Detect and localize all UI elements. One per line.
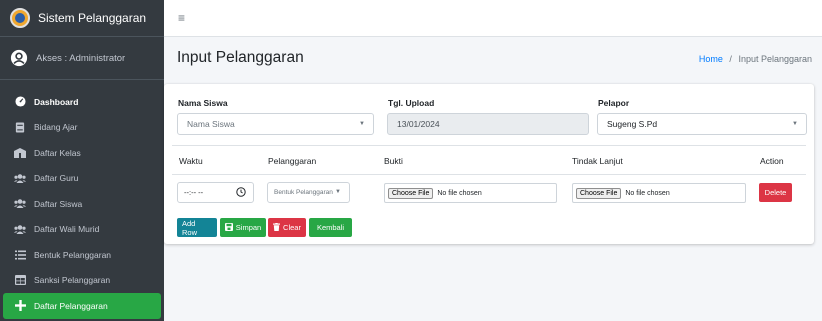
waktu-value: --:-- -- bbox=[184, 188, 204, 197]
user-panel: Akses : Administrator bbox=[0, 37, 164, 80]
tindak-lanjut-file-status: No file chosen bbox=[625, 189, 670, 197]
tindak-lanjut-file-input[interactable]: Choose File No file chosen bbox=[572, 183, 746, 203]
clear-button[interactable]: Clear bbox=[268, 218, 306, 237]
chevron-down-icon: ▼ bbox=[792, 121, 798, 127]
chevron-down-icon: ▼ bbox=[335, 189, 341, 195]
users-icon bbox=[14, 198, 26, 210]
chevron-down-icon: ▼ bbox=[359, 121, 365, 127]
sidebar-item-daftar-siswa[interactable]: Daftar Siswa bbox=[3, 191, 161, 217]
pelanggaran-select[interactable]: Bentuk Pelanggaran ▼ bbox=[267, 182, 350, 203]
sidebar-item-bidang-ajar[interactable]: Bidang Ajar bbox=[3, 115, 161, 141]
trash-icon bbox=[273, 222, 281, 233]
nama-siswa-select[interactable]: Nama Siswa ▼ bbox=[177, 113, 374, 135]
sidebar-item-daftar-kelas[interactable]: Daftar Kelas bbox=[3, 140, 161, 166]
table-header-border bbox=[172, 174, 806, 175]
input-form-card: Nama Siswa Nama Siswa ▼ Tgl. Upload 13/0… bbox=[164, 84, 814, 244]
col-header-waktu: Waktu bbox=[179, 156, 203, 166]
sidebar-item-daftar-pelanggaran[interactable]: Daftar Pelanggaran bbox=[3, 293, 161, 319]
sidebar-item-label: Dashboard bbox=[34, 96, 79, 107]
nama-siswa-placeholder: Nama Siswa bbox=[187, 119, 235, 129]
bukti-file-status: No file chosen bbox=[437, 189, 482, 197]
top-navbar: ≡ bbox=[164, 0, 822, 37]
waktu-time-input[interactable]: --:-- -- bbox=[177, 182, 254, 203]
user-access-label: Akses : Administrator bbox=[36, 52, 126, 64]
clock-icon[interactable] bbox=[236, 187, 246, 199]
bukti-choose-file-button[interactable]: Choose File bbox=[388, 187, 434, 199]
add-row-button[interactable]: Add Row bbox=[177, 218, 217, 237]
user-circle-icon bbox=[10, 49, 28, 67]
kembali-button[interactable]: Kembali bbox=[309, 218, 352, 237]
delete-row-button[interactable]: Delete bbox=[759, 183, 792, 202]
save-icon bbox=[224, 222, 233, 233]
nama-siswa-label: Nama Siswa bbox=[178, 98, 228, 108]
plus-icon bbox=[14, 300, 26, 312]
sidebar-item-label: Daftar Pelanggaran bbox=[34, 300, 108, 311]
sidebar-item-daftar-guru[interactable]: Daftar Guru bbox=[3, 166, 161, 192]
brand-logo-icon bbox=[10, 8, 30, 28]
breadcrumb-home-link[interactable]: Home bbox=[699, 54, 723, 64]
sidebar-item-bentuk-pelanggaran[interactable]: Bentuk Pelanggaran bbox=[3, 242, 161, 268]
users-icon bbox=[14, 172, 26, 184]
clear-label: Clear bbox=[283, 223, 301, 232]
users-icon bbox=[14, 223, 26, 235]
tgl-upload-label: Tgl. Upload bbox=[388, 98, 435, 108]
sidebar-item-label: Bidang Ajar bbox=[34, 122, 78, 133]
sidebar-item-label: Daftar Guru bbox=[34, 173, 79, 184]
sidebar-item-daftar-wali-murid[interactable]: Daftar Wali Murid bbox=[3, 217, 161, 243]
tindak-lanjut-choose-file-button[interactable]: Choose File bbox=[576, 187, 622, 199]
sidebar-item-label: Daftar Siswa bbox=[34, 198, 83, 209]
sidebar-item-dashboard[interactable]: Dashboard bbox=[3, 89, 161, 115]
pelapor-label: Pelapor bbox=[598, 98, 630, 108]
simpan-button[interactable]: Simpan bbox=[220, 218, 266, 237]
col-header-action: Action bbox=[760, 156, 784, 166]
simpan-label: Simpan bbox=[235, 223, 262, 232]
menu-toggle-icon[interactable]: ≡ bbox=[178, 11, 185, 25]
list-icon bbox=[14, 249, 26, 261]
breadcrumb: Home / Input Pelanggaran bbox=[699, 54, 812, 64]
tgl-upload-value: 13/01/2024 bbox=[397, 119, 440, 129]
table-top-border bbox=[172, 145, 806, 146]
col-header-pelanggaran: Pelanggaran bbox=[268, 156, 317, 166]
sidebar-item-label: Bentuk Pelanggaran bbox=[34, 249, 112, 260]
school-icon bbox=[14, 147, 26, 159]
pelapor-select[interactable]: Sugeng S.Pd ▼ bbox=[597, 113, 807, 135]
sidebar: Sistem Pelanggaran Akses : Administrator… bbox=[0, 0, 164, 321]
col-header-tindak-lanjut: Tindak Lanjut bbox=[572, 156, 623, 166]
col-header-bukti: Bukti bbox=[384, 156, 403, 166]
tgl-upload-field: 13/01/2024 bbox=[387, 113, 589, 135]
book-icon bbox=[14, 121, 26, 133]
pelanggaran-placeholder: Bentuk Pelanggaran bbox=[274, 189, 333, 196]
dashboard-gauge-icon bbox=[14, 96, 26, 108]
page-title: Input Pelanggaran bbox=[177, 49, 304, 66]
sidebar-nav: Dashboard Bidang Ajar Daftar Kelas Dafta… bbox=[0, 80, 164, 319]
brand-link[interactable]: Sistem Pelanggaran bbox=[0, 0, 164, 37]
table-icon bbox=[14, 274, 26, 286]
sidebar-item-label: Sanksi Pelanggaran bbox=[34, 275, 111, 286]
sidebar-item-sanksi-pelanggaran[interactable]: Sanksi Pelanggaran bbox=[3, 268, 161, 294]
sidebar-item-label: Daftar Kelas bbox=[34, 147, 81, 158]
brand-text: Sistem Pelanggaran bbox=[38, 11, 147, 25]
sidebar-item-label: Daftar Wali Murid bbox=[34, 224, 100, 235]
pelapor-value: Sugeng S.Pd bbox=[607, 119, 658, 129]
breadcrumb-separator: / bbox=[729, 54, 732, 64]
breadcrumb-current: Input Pelanggaran bbox=[738, 54, 812, 64]
bukti-file-input[interactable]: Choose File No file chosen bbox=[384, 183, 557, 203]
